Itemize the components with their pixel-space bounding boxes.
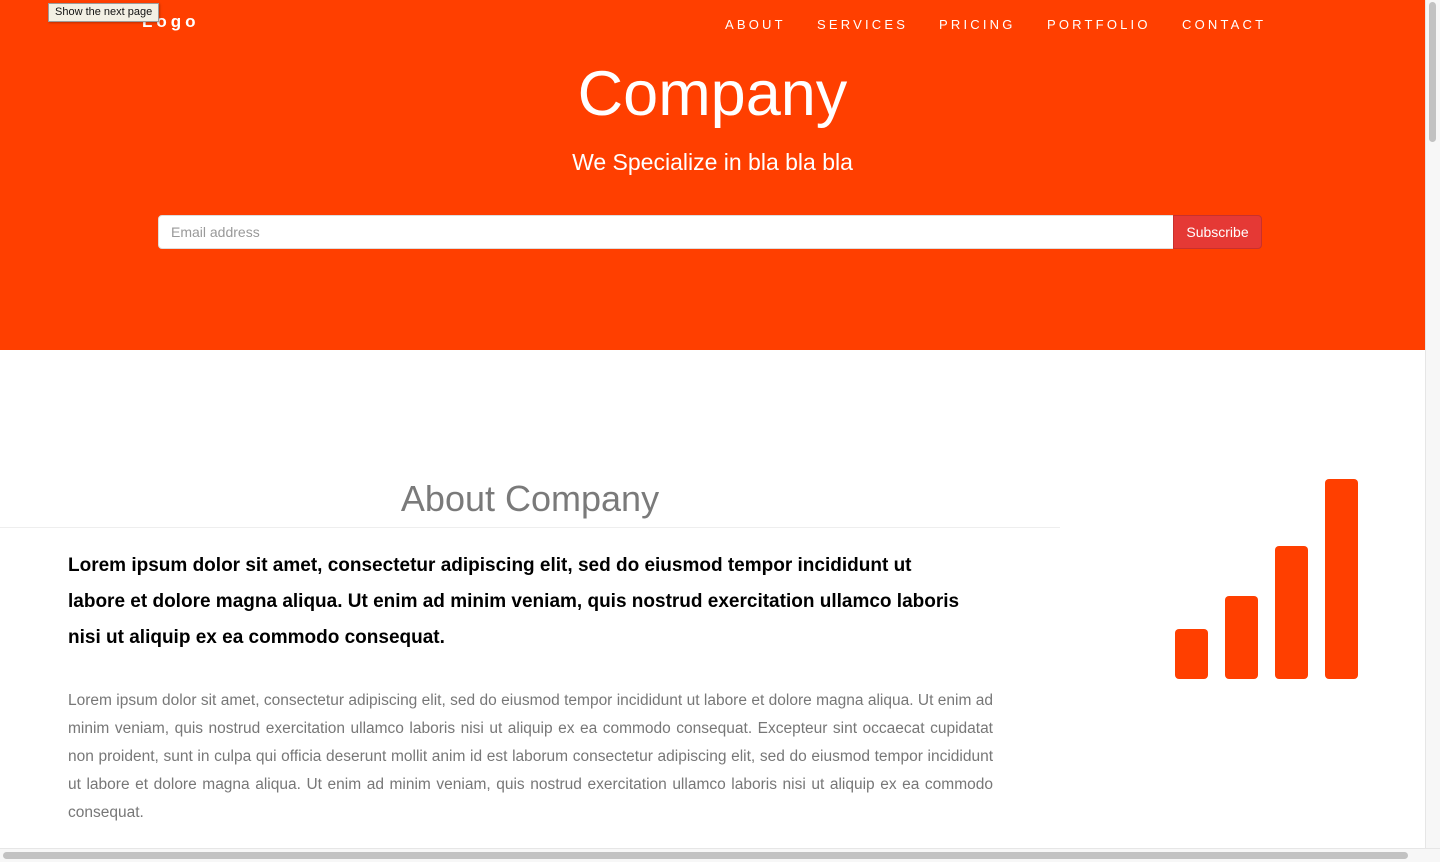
nav-portfolio[interactable]: PORTFOLIO [1047,17,1151,32]
horizontal-scrollbar-thumb[interactable] [3,852,1408,859]
subscribe-button[interactable]: Subscribe [1173,215,1262,249]
nav-pricing[interactable]: PRICING [939,17,1016,32]
horizontal-scrollbar[interactable] [0,848,1440,862]
hero-title: Company [577,59,848,129]
about-lead-text: Lorem ipsum dolor sit amet, consectetur … [68,555,960,648]
signal-bar [1175,629,1208,679]
vertical-scrollbar-thumb[interactable] [1429,2,1436,142]
vertical-scrollbar[interactable] [1425,0,1440,848]
tooltip: Show the next page [48,3,160,22]
signal-bar [1225,596,1258,679]
nav-services[interactable]: SERVICES [817,17,908,32]
about-body-text: Lorem ipsum dolor sit amet, consectetur … [68,692,993,821]
divider [0,527,1060,528]
nav-contact[interactable]: CONTACT [1182,17,1266,32]
signal-bar [1275,546,1308,679]
nav-about[interactable]: ABOUT [725,17,786,32]
about-title: About Company [400,478,660,519]
hero-section: Logo ABOUT SERVICES PRICING PORTFOLIO CO… [0,0,1425,350]
hero-subtitle: We Specialize in bla bla bla [572,149,853,175]
signal-bar [1325,479,1358,679]
email-input[interactable] [158,215,1174,249]
